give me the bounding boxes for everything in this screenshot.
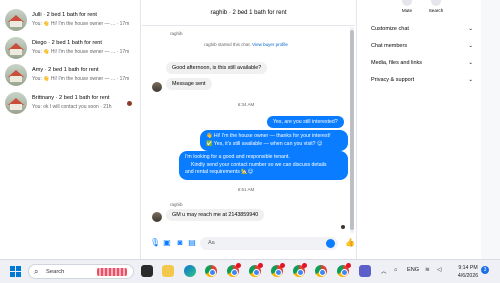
conversation-preview: You: 👋 Hi! I'm the house owner — ... · 1…: [32, 49, 130, 55]
wifi-icon[interactable]: ≋: [425, 267, 430, 273]
conversation-name: Julli · 2 bed 1 bath for rent: [32, 12, 97, 18]
avatar: [5, 37, 27, 59]
search-highlight-icon: [97, 268, 127, 276]
outgoing-message: I'm looking for a good and responsible t…: [179, 151, 348, 180]
privacy-support-section[interactable]: Privacy & support ⌄: [371, 77, 477, 83]
conversation-item[interactable]: Brittnany · 2 bed 1 bath for rent You: o…: [0, 91, 140, 119]
notification-badge: [346, 263, 351, 268]
image-icon[interactable]: ▣: [163, 238, 171, 247]
chat-members-section[interactable]: Chat members ⌄: [371, 43, 477, 49]
chevron-down-icon: ⌄: [468, 43, 473, 49]
avatar: [5, 64, 27, 86]
timestamp: 6:34 AM: [237, 102, 255, 107]
sender-name: raghib: [170, 202, 183, 207]
network-icon[interactable]: ⌂: [394, 267, 397, 273]
composer: 🎙 ▣ ◙ ▤ Aa 👍: [142, 233, 355, 255]
sender-avatar: [152, 212, 162, 222]
conversation-name: Brittnany · 2 bed 1 bath for rent: [32, 95, 110, 101]
file-explorer-icon[interactable]: [162, 265, 174, 277]
view-buyer-profile-link[interactable]: View buyer profile: [252, 42, 288, 47]
media-files-links-section[interactable]: Media, files and links ⌄: [371, 60, 477, 66]
chevron-down-icon: ⌄: [468, 26, 473, 32]
notification-count-badge[interactable]: 3: [481, 266, 489, 274]
chat-details-panel: Mute Search Customize chat ⌄ Chat members…: [356, 0, 480, 259]
chevron-down-icon: ⌄: [468, 77, 473, 83]
edge-icon[interactable]: [184, 265, 196, 277]
incoming-message: Good afternoon, is this still available?: [166, 62, 268, 74]
conversation-name: Diego · 2 bed 1 bath for rent: [32, 40, 102, 46]
outgoing-message: Yes, are you still interested?: [267, 116, 344, 128]
messenger-window: Julli · 2 bed 1 bath for rent You: 👋 Hi!…: [0, 0, 500, 283]
mute-button[interactable]: Mute: [395, 0, 419, 13]
outgoing-message: 👋 Hi! I'm the house owner — thanks for y…: [200, 130, 348, 152]
chat-header: raghib · 2 bed 1 bath for rent: [142, 0, 355, 26]
page-scrollbar[interactable]: [481, 0, 500, 259]
conversation-list: Julli · 2 bed 1 bath for rent You: 👋 Hi!…: [0, 0, 141, 259]
conversation-item[interactable]: Julli · 2 bed 1 bath for rent You: 👋 Hi!…: [0, 8, 140, 36]
timestamp: 6:51 AM: [237, 187, 255, 192]
message-input[interactable]: Aa: [200, 237, 338, 250]
search-icon: ⌕: [34, 267, 39, 276]
chat-panel: raghib · 2 bed 1 bath for rent raghib ra…: [142, 0, 355, 259]
notification-badge: [302, 263, 307, 268]
sender-avatar: [152, 82, 162, 92]
notification-badge: [236, 263, 241, 268]
notification-badge: [258, 263, 263, 268]
bell-icon: [402, 0, 412, 6]
customize-chat-section[interactable]: Customize chat ⌄: [371, 26, 477, 32]
search-icon: [431, 0, 441, 6]
chat-title[interactable]: raghib · 2 bed 1 bath for rent: [142, 10, 355, 16]
conversation-name: Amy · 2 bed 1 bath for rent: [32, 67, 99, 73]
conversation-preview: You: ok I will contact you soon · 21h: [32, 104, 112, 110]
chrome-icon[interactable]: [205, 265, 217, 277]
gif-icon[interactable]: ▤: [188, 238, 196, 247]
conversation-item[interactable]: Diego · 2 bed 1 bath for rent You: 👋 Hi!…: [0, 36, 140, 64]
windows-start-icon[interactable]: [10, 266, 21, 277]
chevron-down-icon: ⌄: [468, 60, 473, 66]
message-input-placeholder: Aa: [208, 240, 215, 246]
conversation-item[interactable]: Amy · 2 bed 1 bath for rent You: 👋 Hi! I…: [0, 63, 140, 91]
conversation-preview: You: 👋 Hi! I'm the house owner — ... · 1…: [32, 21, 130, 27]
incoming-message: GM u may reach me at 2143859940: [166, 209, 265, 221]
avatar: [5, 92, 27, 114]
chrome-icon[interactable]: [315, 265, 327, 277]
thumbs-up-icon[interactable]: 👍: [345, 238, 355, 247]
sender-name: raghib: [170, 31, 183, 36]
chevron-up-icon[interactable]: ︿: [381, 267, 387, 275]
taskbar: ⌕ Search ︿ ⌂ ENG ≋ ◁ 9:14 PM 4/6/2026 3: [0, 259, 500, 283]
avatar: [5, 9, 27, 31]
app-icon[interactable]: [359, 265, 371, 277]
clock[interactable]: 9:14 PM 4/6/2026: [452, 264, 484, 280]
system-message: raghib started this chat. View buyer pro…: [204, 42, 288, 47]
search-button[interactable]: Search: [424, 0, 448, 13]
incoming-message: Message sent: [166, 78, 212, 90]
read-receipt-avatar: [127, 101, 132, 106]
conversation-preview: You: 👋 Hi! I'm the house owner — ... · 1…: [32, 76, 130, 82]
notification-badge: [280, 263, 285, 268]
chat-scrollbar-thumb[interactable]: [350, 30, 354, 230]
taskbar-search-box[interactable]: ⌕ Search: [28, 264, 134, 279]
microphone-icon[interactable]: 🎙: [150, 238, 160, 247]
read-receipt-avatar: [341, 225, 345, 229]
task-view-icon[interactable]: [141, 265, 153, 277]
sticker-icon[interactable]: ◙: [176, 238, 184, 247]
language-indicator[interactable]: ENG: [407, 267, 419, 273]
speaker-icon[interactable]: ◁: [437, 267, 441, 273]
emoji-icon[interactable]: [326, 239, 335, 248]
